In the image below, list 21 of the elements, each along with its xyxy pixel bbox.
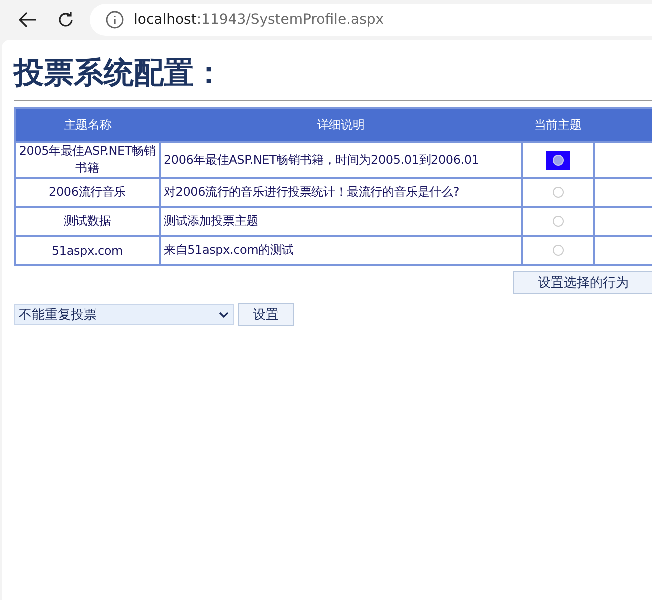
table-cell: 测试数据 <box>15 207 160 236</box>
column-header: 主题名称 <box>15 108 160 142</box>
set-button[interactable]: 设置 <box>238 303 294 326</box>
table-cell: 2006年最佳ASP.NET畅销书籍，时间为2005.01到2006.01 <box>160 142 522 178</box>
column-header: 当前主题 <box>522 108 594 142</box>
table-cell: 51aspx.com <box>15 236 160 265</box>
radio-button[interactable] <box>546 150 570 170</box>
table-cell: 对2006流行的音乐进行投票统计！最流行的音乐是什么? <box>160 178 522 207</box>
info-icon <box>106 11 124 29</box>
table-cell: 2005年最佳ASP.NET畅销书籍 <box>15 142 160 178</box>
set-selected-button[interactable]: 设置选择的行为 <box>513 271 652 294</box>
table-cell: 测试添加投票主题 <box>160 207 522 236</box>
reload-icon <box>57 11 75 29</box>
back-arrow-icon <box>19 12 37 28</box>
table-cell: 2006流行音乐 <box>15 178 160 207</box>
address-bar[interactable]: localhost:11943/SystemProfile.aspx <box>90 4 652 36</box>
chevron-down-icon <box>219 312 229 318</box>
table-cell: 来自51aspx.com的测试 <box>160 236 522 265</box>
vote-mode-dropdown[interactable]: 不能重复投票 <box>14 304 234 325</box>
column-header: 详细说明 <box>160 108 522 142</box>
page-title: 投票系统配置： <box>14 55 225 93</box>
